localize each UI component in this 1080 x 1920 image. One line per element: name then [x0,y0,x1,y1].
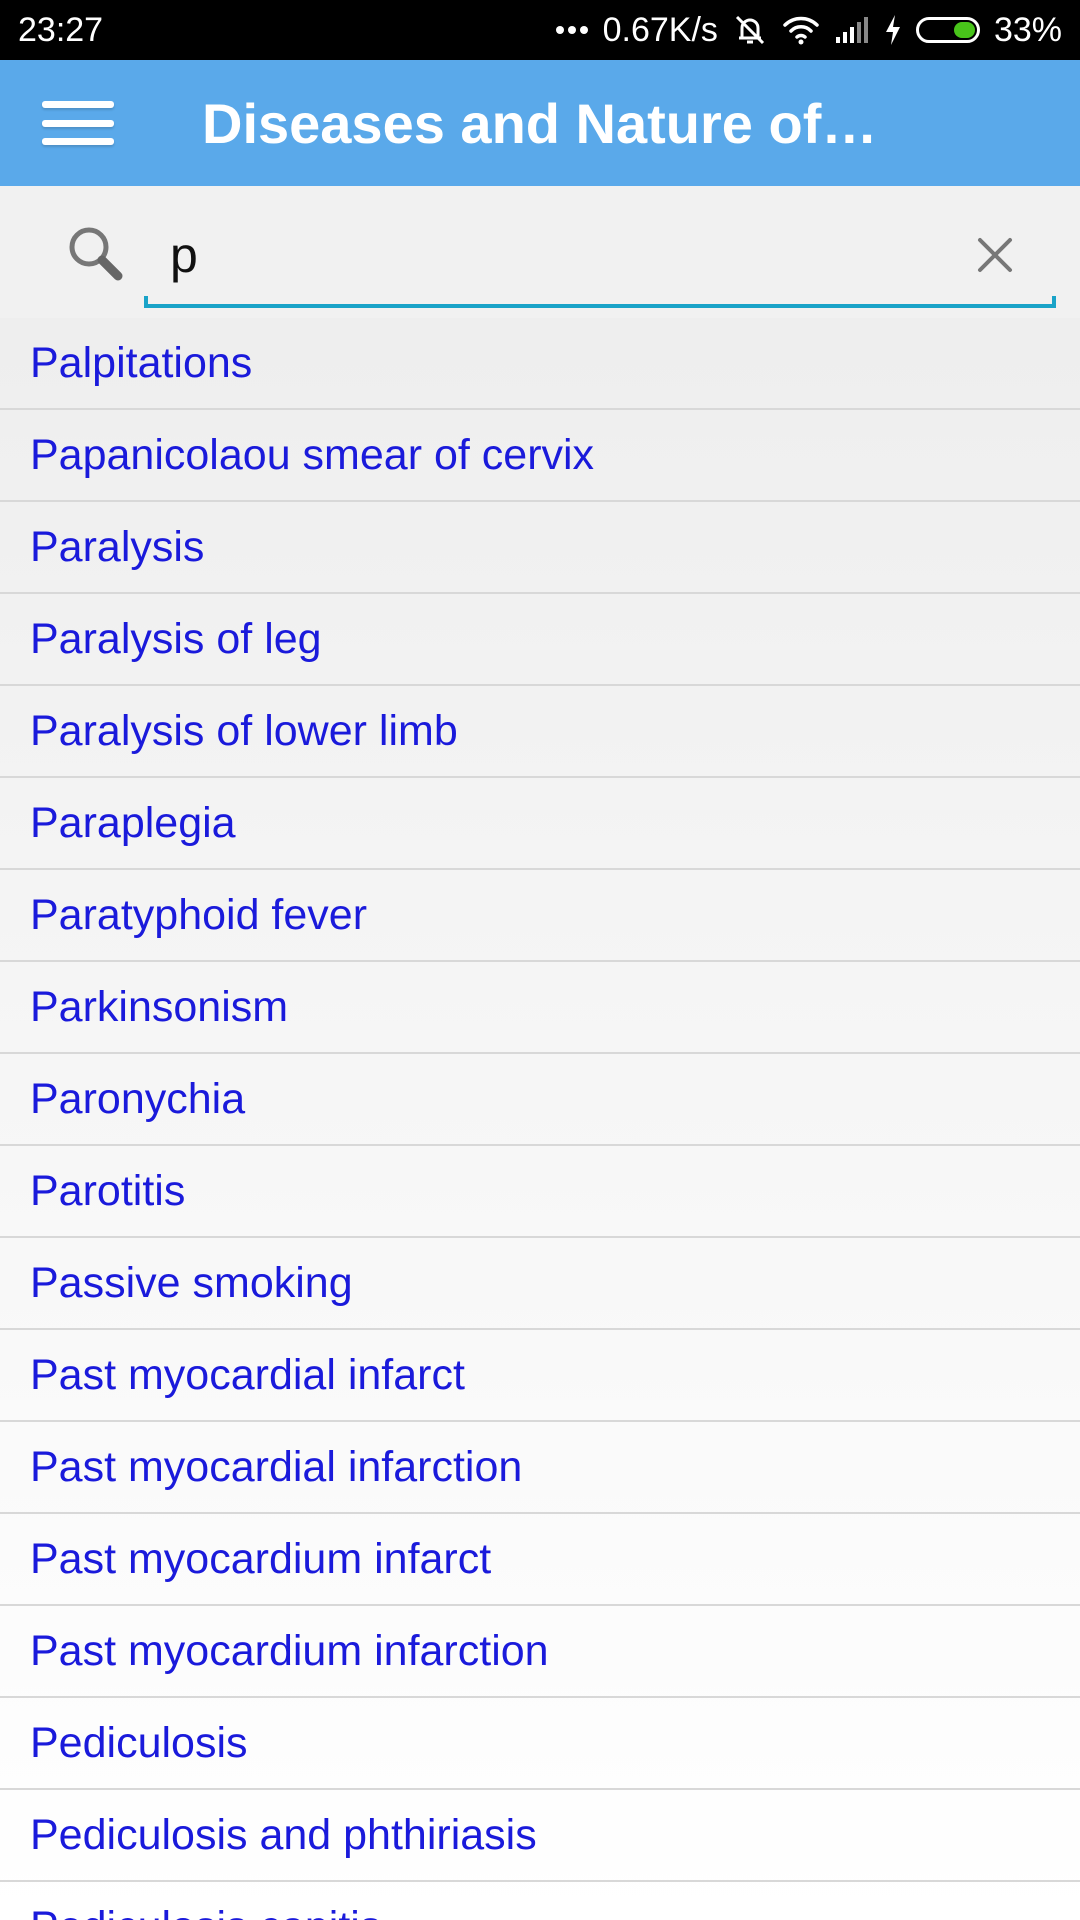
search-bar [0,186,1080,318]
list-item[interactable]: Paratyphoid fever [0,870,1080,962]
list-item[interactable]: Paralysis [0,502,1080,594]
status-bar: 23:27 0.67K/s 33% [0,0,1080,60]
search-icon [66,224,126,284]
close-icon[interactable] [972,232,1018,278]
list-item[interactable]: Paronychia [0,1054,1080,1146]
search-underline [144,296,1056,308]
results-list: Palpitations Papanicolaou smear of cervi… [0,318,1080,1920]
status-time: 23:27 [18,10,104,49]
list-item[interactable]: Passive smoking [0,1238,1080,1330]
mute-icon [732,12,768,48]
list-item[interactable]: Paraplegia [0,778,1080,870]
battery-icon [915,17,980,43]
charging-icon [884,14,902,46]
list-item[interactable]: Paralysis of leg [0,594,1080,686]
hamburger-menu-icon[interactable] [38,93,118,153]
more-dots-icon [555,25,589,35]
search-input[interactable] [144,216,1054,294]
list-item[interactable]: Past myocardial infarct [0,1330,1080,1422]
list-item[interactable]: Past myocardium infarction [0,1606,1080,1698]
list-item[interactable]: Pediculosis and phthiriasis [0,1790,1080,1882]
list-item[interactable]: Past myocardial infarction [0,1422,1080,1514]
battery-percent: 33% [993,10,1062,49]
list-item[interactable]: Pediculosis [0,1698,1080,1790]
signal-icon [834,15,870,45]
list-item[interactable]: Past myocardium infarct [0,1514,1080,1606]
list-item[interactable]: Papanicolaou smear of cervix [0,410,1080,502]
list-item[interactable]: Parkinsonism [0,962,1080,1054]
wifi-icon [782,14,820,46]
page-title: Diseases and Nature of… [202,91,878,155]
list-item[interactable]: Paralysis of lower limb [0,686,1080,778]
list-item[interactable]: Pediculosis capitis [0,1882,1080,1920]
list-item[interactable]: Parotitis [0,1146,1080,1238]
network-speed: 0.67K/s [602,10,718,49]
app-bar: Diseases and Nature of… [0,60,1080,186]
list-item[interactable]: Palpitations [0,318,1080,410]
status-icons: 0.67K/s 33% [555,11,1062,50]
